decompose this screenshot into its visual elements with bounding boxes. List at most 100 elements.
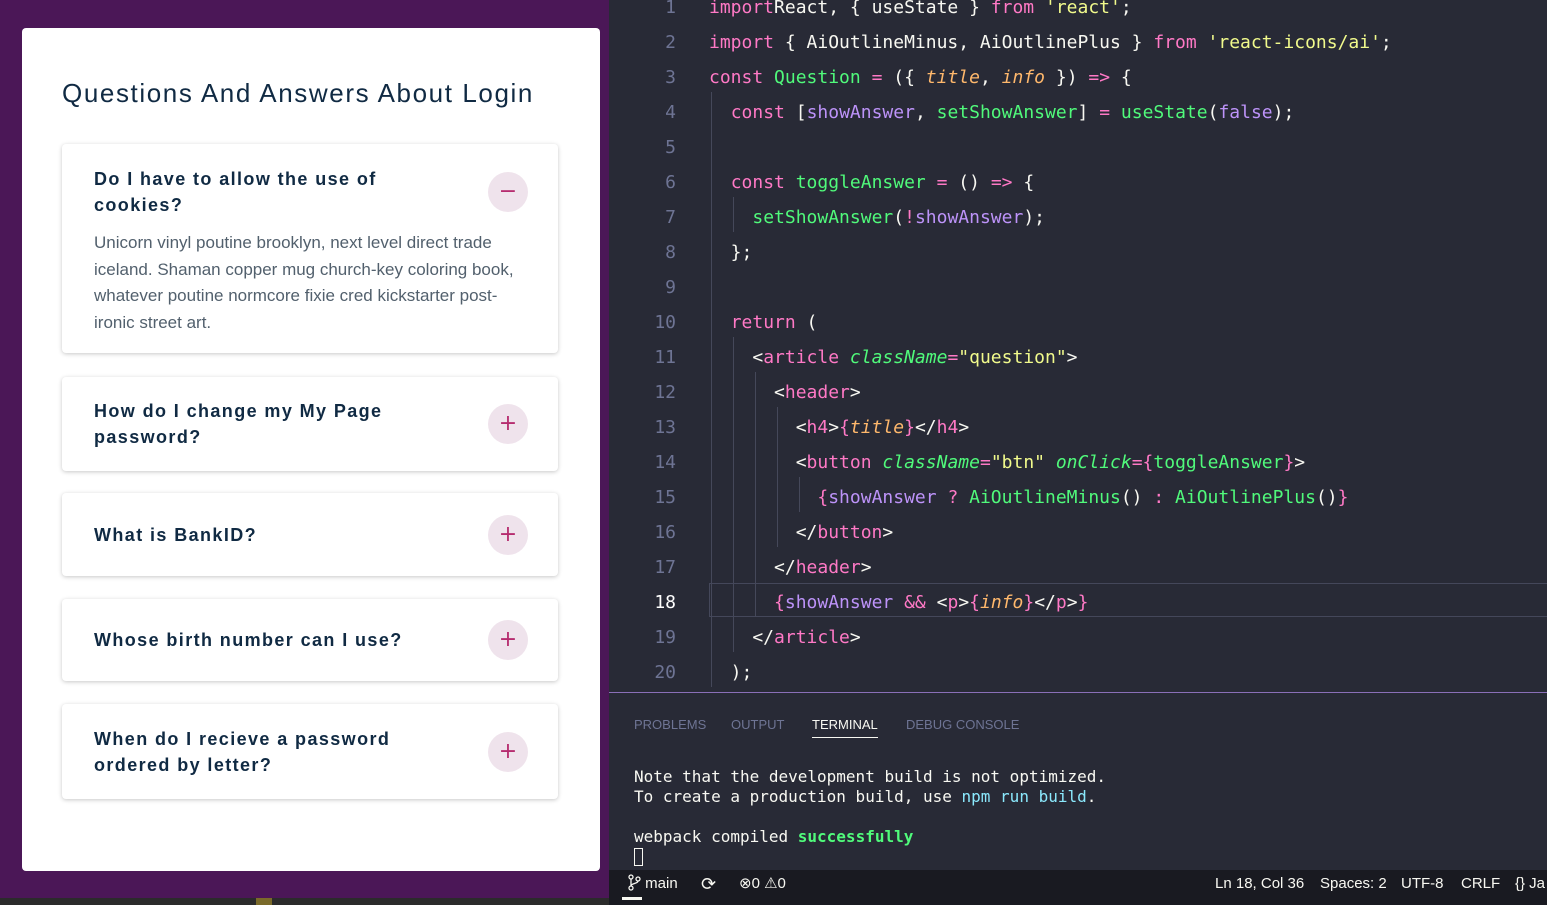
code-line[interactable]: const toggleAnswer = () => { <box>709 165 1035 200</box>
code-token: ; <box>1380 32 1392 53</box>
code-line[interactable]: <button className="btn" onClick={toggleA… <box>709 445 1305 480</box>
code-line[interactable]: <h4>{title}</h4> <box>709 410 969 445</box>
code-token: { <box>969 592 980 613</box>
toggle-answer-button[interactable]: − <box>488 172 528 212</box>
code-line[interactable]: }; <box>709 235 753 270</box>
code-line[interactable]: </header> <box>709 550 872 585</box>
question-answer: Unicorn vinyl poutine brooklyn, next lev… <box>94 233 514 332</box>
code-line[interactable]: </article> <box>709 620 860 655</box>
terminal-text: To create a production build, use <box>634 787 962 806</box>
question-title: Whose birth number can I use? <box>94 630 403 650</box>
code-line[interactable]: </button> <box>709 515 894 550</box>
code-line[interactable]: <header> <box>709 375 861 410</box>
code-token: ] <box>1077 102 1100 123</box>
code-token: showAnswer <box>806 102 915 123</box>
code-line[interactable]: const Question = ({ title, info }) => { <box>709 60 1132 95</box>
tab-debug-console[interactable]: DEBUG CONSOLE <box>906 717 1019 732</box>
code-token: ? <box>947 487 959 508</box>
encoding[interactable]: UTF-8 <box>1401 870 1444 898</box>
question-card: Whose birth number can I use? + <box>62 599 558 681</box>
terminal-line: Note that the development build is not o… <box>634 767 1107 786</box>
toggle-answer-button[interactable]: + <box>488 732 528 772</box>
code-line[interactable]: importReact, { useState } from 'react'; <box>709 0 1132 25</box>
code-token: ); <box>709 662 753 683</box>
code-line[interactable]: <article className="question"> <box>709 340 1077 375</box>
code-token: button <box>806 452 872 473</box>
plus-icon: + <box>498 522 518 547</box>
line-number: 12 <box>654 382 676 403</box>
indentation[interactable]: Spaces: 2 <box>1320 870 1387 898</box>
code-line[interactable]: {showAnswer ? AiOutlineMinus() : AiOutli… <box>709 480 1348 515</box>
code-token: </ <box>709 522 818 543</box>
tab-problems[interactable]: PROBLEMS <box>634 717 706 732</box>
code-token: ( <box>795 312 818 333</box>
code-token: 'react-icons/ai' <box>1207 32 1381 53</box>
code-line[interactable]: return ( <box>709 305 818 340</box>
code-token: showAnswer <box>784 592 894 613</box>
code-token: info <box>980 592 1024 613</box>
code-token: </ <box>709 557 796 578</box>
problems-indicator[interactable]: ⊗0 ⚠0 <box>739 870 786 898</box>
code-token: > <box>1066 592 1078 613</box>
code-token: { <box>839 417 850 438</box>
code-token: from <box>990 0 1035 18</box>
code-token: = <box>871 67 883 88</box>
code-token: [ <box>784 102 807 123</box>
toggle-answer-button[interactable]: + <box>488 515 528 555</box>
code-token: { <box>817 487 829 508</box>
plus-icon: + <box>498 627 518 652</box>
code-line[interactable]: {showAnswer && <p>{info}</p>} <box>709 585 1088 620</box>
line-number: 6 <box>665 172 676 193</box>
code-token: ={ <box>1131 452 1154 473</box>
code-token: const <box>730 102 785 123</box>
branch-indicator[interactable]: main <box>627 870 678 898</box>
line-number: 18 <box>654 592 676 613</box>
tab-terminal[interactable]: TERMINAL <box>812 717 878 738</box>
cursor-position[interactable]: Ln 18, Col 36 <box>1215 870 1304 898</box>
tab-output[interactable]: OUTPUT <box>731 717 784 732</box>
code-token: ({ <box>882 67 926 88</box>
code-token: ( <box>1207 102 1219 123</box>
code-token: import <box>709 0 775 18</box>
sync-icon[interactable]: ⟳ <box>701 870 716 898</box>
toggle-answer-button[interactable]: + <box>488 620 528 660</box>
terminal-cursor[interactable] <box>634 848 643 866</box>
branch-name: main <box>645 875 678 892</box>
code-token: ); <box>1272 102 1295 123</box>
question-card: Do I have to allow the use of cookies? −… <box>62 144 558 353</box>
code-token: ( <box>893 207 905 228</box>
code-token: ! <box>904 207 915 228</box>
language-mode[interactable]: {} Ja <box>1515 870 1545 898</box>
toggle-answer-button[interactable]: + <box>488 404 528 444</box>
code-token: < <box>925 592 948 613</box>
line-ending[interactable]: CRLF <box>1461 870 1500 898</box>
code-line[interactable]: const [showAnswer, setShowAnswer] = useS… <box>709 95 1295 130</box>
question-card: When do I recieve a password ordered by … <box>62 704 558 799</box>
code-token: }) <box>1045 67 1089 88</box>
code-token: setShowAnswer <box>752 207 894 228</box>
error-count: 0 <box>751 875 760 892</box>
code-token: </ <box>709 627 775 648</box>
code-token: "btn" <box>990 452 1045 473</box>
code-token: onClick <box>1055 452 1132 473</box>
code-token: ); <box>1023 207 1045 228</box>
code-token: header <box>795 557 861 578</box>
code-token: = <box>1099 102 1111 123</box>
code-line[interactable]: setShowAnswer(!showAnswer); <box>709 200 1045 235</box>
code-token: > <box>958 417 970 438</box>
code-token: } <box>904 417 915 438</box>
code-token: } <box>1283 452 1295 473</box>
question-title: When do I recieve a password ordered by … <box>94 729 391 775</box>
code-line[interactable]: ); <box>709 655 753 690</box>
code-line[interactable]: import { AiOutlineMinus, AiOutlinePlus }… <box>709 25 1392 60</box>
line-number: 8 <box>665 242 676 263</box>
code-token: < <box>709 382 785 403</box>
error-icon: ⊗ <box>739 875 752 892</box>
